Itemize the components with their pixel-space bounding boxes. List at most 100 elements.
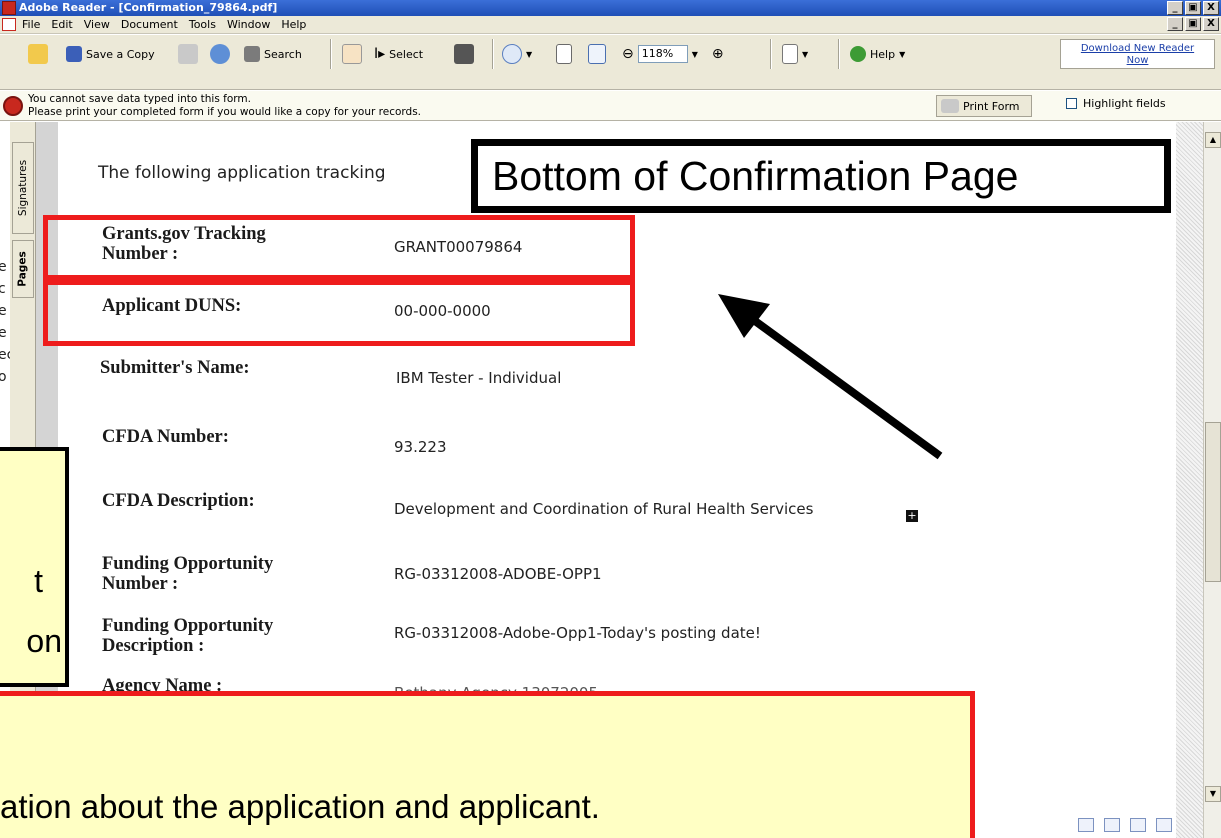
warning-icon [3, 96, 23, 116]
tab-signatures[interactable]: Signatures [12, 142, 34, 234]
menu-file[interactable]: File [22, 18, 40, 31]
highlight-fields-checkbox[interactable]: Highlight fields [1066, 97, 1166, 110]
strip-text: e [0, 303, 7, 319]
field-label-submitter-name: Submitter's Name: [100, 358, 250, 378]
field-label-cfda-number: CFDA Number: [102, 427, 229, 447]
print-form-button[interactable]: Print Form [936, 95, 1032, 117]
scroll-up-arrow-icon[interactable]: ▲ [1205, 132, 1221, 148]
print-form-label: Print Form [963, 99, 1020, 113]
intro-text: The following application tracking [98, 163, 386, 183]
folder-icon [28, 44, 48, 64]
snapshot-button[interactable] [454, 41, 474, 67]
chevron-down-icon: ▼ [802, 49, 809, 59]
menu-bar: File Edit View Document Tools Window Hel… [0, 16, 1221, 34]
rotate-icon [782, 44, 798, 64]
window-title: Adobe Reader - [Confirmation_79864.pdf] [19, 1, 278, 14]
strip-text: e [0, 325, 7, 341]
highlight-fields-label: Highlight fields [1083, 97, 1166, 110]
adobe-reader-icon [2, 1, 16, 15]
annotation-arrow [718, 294, 943, 460]
highlight-box-tracking-number [43, 215, 635, 280]
annotation-title-callout: Bottom of Confirmation Page [471, 139, 1171, 213]
vertical-scrollbar[interactable]: ▲ ▼ [1203, 122, 1221, 838]
help-icon [850, 46, 866, 62]
arrow-head [718, 294, 770, 338]
continuous-icon[interactable] [1104, 818, 1120, 832]
menu-help[interactable]: Help [281, 18, 306, 31]
zoom-magnifier-icon [502, 44, 522, 64]
form-message-bar: You cannot save data typed into this for… [0, 91, 1221, 121]
strip-text: o [0, 369, 7, 385]
binoculars-icon [244, 46, 260, 62]
zoom-input[interactable]: 118% [637, 45, 688, 63]
message-line-2: Please print your completed form if you … [28, 106, 421, 118]
select-tool-button[interactable]: I▸ Select [374, 41, 423, 67]
text-cursor-icon: I▸ [374, 46, 386, 62]
scroll-down-arrow-icon[interactable]: ▼ [1205, 786, 1221, 802]
annotation-note-bottom: ation about the application and applican… [0, 691, 975, 838]
search-label: Search [264, 47, 302, 61]
pages-label: Pages [17, 251, 30, 287]
field-value-funding-opportunity-number: RG-03312008-ADOBE-OPP1 [394, 565, 602, 583]
floppy-icon [66, 46, 82, 62]
minimize-button[interactable]: _ [1167, 1, 1183, 15]
field-value-funding-opportunity-description: RG-03312008-Adobe-Opp1-Today's posting d… [394, 624, 761, 642]
help-label: Help [870, 47, 896, 61]
printer-icon [178, 44, 198, 64]
fit-page-icon [556, 44, 572, 64]
hand-icon [342, 44, 362, 64]
restore-button[interactable]: ▣ [1185, 1, 1201, 15]
search-button[interactable]: Search [244, 41, 302, 67]
annotation-note-bottom-text: ation about the application and applican… [0, 788, 600, 825]
rotate-button[interactable]: ▼ [782, 41, 808, 67]
facing-icon[interactable] [1130, 818, 1146, 832]
zoom-dropdown-icon[interactable]: ▼ [692, 50, 698, 59]
zoom-in-icon[interactable]: ⊕ [712, 46, 724, 62]
annotation-title: Bottom of Confirmation Page [478, 146, 1164, 206]
highlight-box-applicant-duns [43, 280, 635, 346]
menu-edit[interactable]: Edit [51, 18, 72, 31]
menu-window[interactable]: Window [227, 18, 270, 31]
help-button[interactable]: Help ▼ [850, 41, 905, 67]
fit-page-button[interactable] [556, 41, 572, 67]
zoom-out-icon[interactable]: ⊖ [622, 46, 634, 62]
menu-view[interactable]: View [84, 18, 110, 31]
strip-text: c [0, 281, 6, 297]
tab-pages[interactable]: Pages [12, 240, 34, 298]
doc-minimize-button[interactable]: _ [1167, 17, 1183, 31]
message-line-1: You cannot save data typed into this for… [28, 93, 251, 105]
save-copy-button[interactable]: Save a Copy [66, 41, 155, 67]
doc-restore-button[interactable]: ▣ [1185, 17, 1201, 31]
overflow-plus-icon[interactable]: + [906, 510, 918, 522]
single-page-icon[interactable] [1078, 818, 1094, 832]
fit-width-button[interactable] [588, 41, 606, 67]
open-button[interactable] [28, 41, 48, 67]
continuous-facing-icon[interactable] [1156, 818, 1172, 832]
scroll-thumb[interactable] [1205, 422, 1221, 582]
checkbox[interactable] [1066, 98, 1077, 109]
doc-close-button[interactable]: X [1203, 17, 1219, 31]
zoom-in-tool-button[interactable]: ▼ [502, 41, 532, 67]
download-line2: Now [1126, 55, 1149, 66]
document-icon [2, 18, 16, 31]
field-label-funding-opportunity-description: Funding Opportunity Description : [102, 616, 274, 656]
field-value-cfda-description: Development and Coordination of Rural He… [394, 500, 814, 518]
download-reader-link[interactable]: Download New Reader Now [1060, 39, 1215, 69]
printer-icon [941, 99, 959, 113]
annotation-note-left: t on [0, 447, 69, 687]
chevron-down-icon: ▼ [526, 49, 533, 59]
email-button[interactable] [210, 41, 230, 67]
download-line1: Download New Reader [1080, 43, 1195, 54]
hand-tool-button[interactable] [342, 41, 362, 67]
print-button[interactable] [178, 41, 198, 67]
menu-tools[interactable]: Tools [189, 18, 216, 31]
field-value-submitter-name: IBM Tester - Individual [396, 369, 562, 387]
annotation-note-left-line1: t [34, 563, 43, 599]
page-background [1176, 122, 1203, 838]
menu-document[interactable]: Document [121, 18, 178, 31]
close-button[interactable]: X [1203, 1, 1219, 15]
chevron-down-icon: ▼ [899, 49, 906, 59]
annotation-note-left-line2: on [26, 623, 62, 659]
zoom-controls: ⊖ 118% ▼ ⊕ [622, 41, 724, 67]
select-label: Select [389, 47, 424, 61]
